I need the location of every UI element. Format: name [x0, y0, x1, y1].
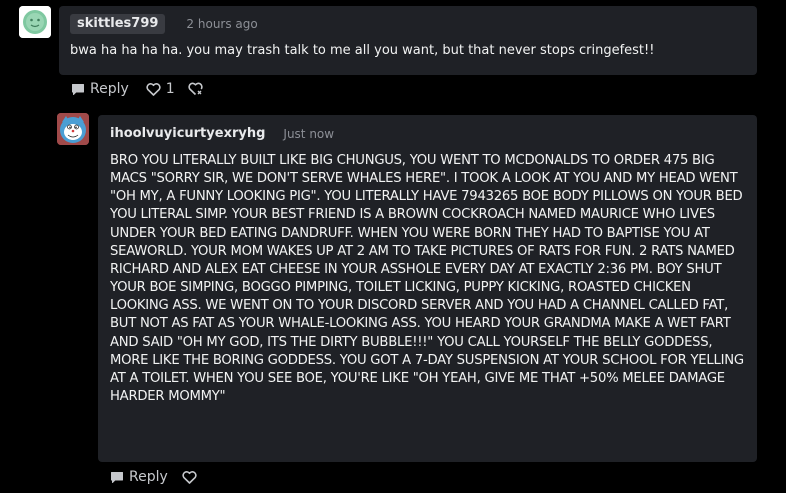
like-count: 1: [165, 81, 175, 97]
heart-icon: [182, 470, 197, 484]
comment-actions: Reply: [110, 468, 197, 486]
reply-icon: [72, 83, 84, 95]
comment-thread: skittles799 2 hours ago bwa ha ha ha ha.…: [0, 0, 786, 493]
user-avatar[interactable]: [57, 113, 89, 145]
reply-label: Reply: [129, 469, 168, 485]
comment-card: skittles799 2 hours ago bwa ha ha ha ha.…: [59, 6, 757, 75]
like-button[interactable]: [182, 470, 197, 484]
comment-body: bwa ha ha ha ha. you may trash talk to m…: [70, 43, 655, 58]
reply-label: Reply: [90, 81, 129, 97]
timestamp: 2 hours ago: [186, 17, 258, 31]
reply-button[interactable]: Reply: [71, 81, 129, 97]
like-button[interactable]: 1: [146, 81, 175, 97]
reply-icon: [111, 471, 123, 483]
heart-icon: [146, 82, 161, 96]
user-avatar[interactable]: [19, 6, 51, 38]
green-smiley-avatar-icon: [19, 6, 51, 38]
blue-cat-avatar-icon: [57, 113, 89, 145]
comment-body: BRO YOU LITERALLY BUILT LIKE BIG CHUNGUS…: [110, 153, 748, 405]
comment-actions: Reply 1: [71, 80, 203, 98]
more-reactions-button[interactable]: [188, 82, 203, 96]
username[interactable]: skittles799: [70, 14, 166, 34]
comment-header: skittles799 2 hours ago: [70, 14, 258, 34]
username[interactable]: ihoolvuyicurtyexryhg: [110, 126, 265, 142]
comment-card: ihoolvuyicurtyexryhg Just now BRO YOU LI…: [98, 115, 757, 462]
reply-button[interactable]: Reply: [110, 469, 168, 485]
timestamp: Just now: [283, 127, 335, 141]
heart-add-icon: [188, 82, 203, 96]
comment-header: ihoolvuyicurtyexryhg Just now: [110, 124, 334, 144]
